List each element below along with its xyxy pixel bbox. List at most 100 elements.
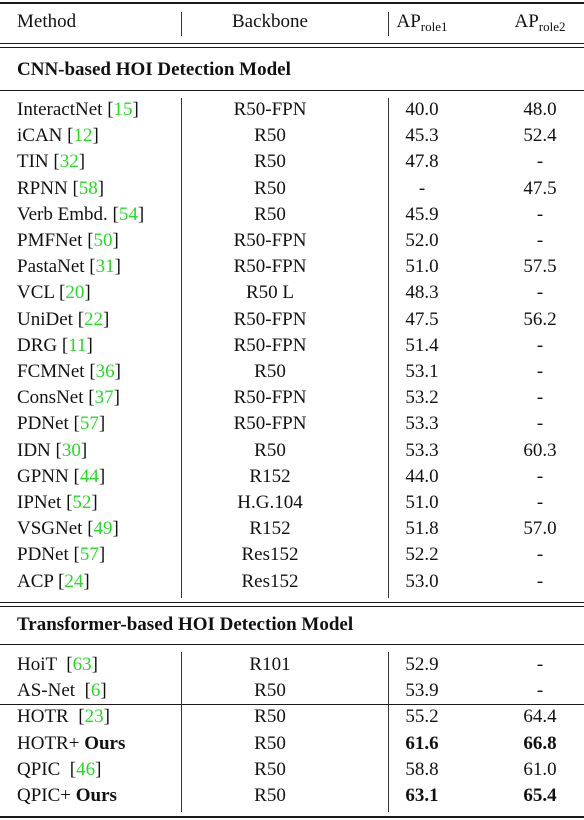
citation-bracket: [ [102, 99, 114, 120]
citation-link[interactable]: 23 [85, 706, 104, 727]
citation-link[interactable]: 58 [79, 178, 98, 199]
method-cell: IDN [30] [17, 438, 87, 464]
citation-link[interactable]: 12 [73, 125, 92, 146]
citation-link[interactable]: 15 [114, 99, 133, 120]
ap-role2-cell: 57.5 [523, 256, 557, 278]
citation-link[interactable]: 20 [65, 282, 84, 303]
table-row: RPNN [58] R50 - 47.5 [0, 176, 584, 202]
table-row: IPNet [52] H.G.104 51.0 - [0, 490, 584, 516]
citation-link[interactable]: 44 [80, 466, 99, 487]
method-cell: RPNN [58] [17, 176, 104, 202]
citation-link[interactable]: 54 [119, 204, 138, 225]
citation-link[interactable]: 37 [95, 387, 114, 408]
header-double-rule-b [0, 47, 584, 48]
table-row: FCMNet [36] R50 53.1 - [0, 359, 584, 385]
table-row: AS-Net [6] R50 53.9 - [0, 678, 584, 704]
ap-role2-cell: - [536, 230, 544, 251]
backbone-cell: R101 [249, 654, 291, 675]
table-row: ACP [24] Res152 53.0 - [0, 569, 584, 595]
method-cell: Verb Embd. [54] [17, 202, 144, 228]
citation-bracket: ] [100, 680, 107, 701]
ap-role1-cell: - [418, 177, 426, 199]
citation-link[interactable]: 32 [60, 151, 79, 172]
citation-link[interactable]: 46 [76, 759, 95, 780]
method-cell: GPNN [44] [17, 464, 105, 490]
ap-role1-cell: 53.3 [405, 413, 439, 435]
method-name: QPIC+ [17, 785, 76, 806]
citation-bracket: ] [80, 439, 88, 461]
ap-role2-cell: - [536, 334, 544, 356]
method-cell: PDNet [57] [17, 542, 105, 568]
backbone-cell: R152 [249, 518, 291, 540]
citation-bracket: [ [68, 465, 80, 487]
table-row: HoiT [63] R101 52.9 - [0, 652, 584, 678]
table-row: ConsNet [37] R50-FPN 53.2 - [0, 385, 584, 411]
ap-role2-cell: - [536, 387, 544, 409]
ap-role2-cell: 60.3 [523, 439, 557, 461]
citation-link[interactable]: 50 [94, 230, 113, 251]
method-name: TIN [17, 151, 49, 173]
backbone-cell: R50 [254, 680, 286, 701]
method-name: PastaNet [17, 256, 85, 278]
ap-role2-cell: - [536, 282, 544, 304]
method-cell: VSGNet [49] [17, 516, 119, 542]
section-double-rule-b [0, 606, 584, 607]
citation-bracket: [ [84, 256, 96, 278]
header-backbone: Backbone [232, 11, 308, 32]
header-method: Method [17, 11, 77, 32]
ap-role1-cell: 45.9 [405, 203, 439, 225]
citation-link[interactable]: 22 [84, 309, 103, 330]
method-cell: HOTR [23] [17, 704, 110, 730]
citation-link[interactable]: 24 [64, 571, 83, 592]
ap-role2-cell: - [536, 570, 544, 592]
backbone-cell: R152 [249, 465, 291, 487]
table-row: GPNN [44] R152 44.0 - [0, 464, 584, 490]
method-name: UniDet [17, 308, 73, 330]
header-ap-role1: AProle1 [372, 9, 472, 35]
ours-label: Ours [75, 785, 117, 806]
table-row: DRG [11] R50-FPN 51.4 - [0, 333, 584, 359]
ap-role1-cell: 52.9 [405, 654, 439, 675]
header-divider-2 [388, 12, 389, 36]
section-cnn-rule [0, 90, 584, 91]
table-row: PDNet [57] R50-FPN 53.3 - [0, 411, 584, 437]
bottom-rule [0, 816, 584, 818]
ap-role1-cell: 63.1 [405, 785, 439, 806]
method-cell: QPIC [46] [17, 757, 101, 783]
citation-bracket: ] [114, 361, 121, 382]
backbone-cell: R50 [254, 733, 286, 754]
backbone-cell: R50-FPN [233, 334, 307, 356]
citation-bracket: [ [82, 230, 94, 251]
citation-bracket: ] [78, 151, 86, 173]
citation-link[interactable]: 52 [72, 492, 91, 513]
ap-role2-cell: - [536, 680, 544, 701]
citation-bracket: [ [72, 308, 85, 330]
citation-link[interactable]: 63 [73, 654, 92, 675]
backbone-cell: R50 L [245, 282, 295, 304]
ap-role1-cell: 53.1 [405, 361, 439, 382]
method-cell: IPNet [52] [17, 490, 98, 516]
citation-bracket: ] [113, 387, 120, 409]
ap-role1-cell: 52.0 [405, 230, 439, 251]
citation-bracket: [ [53, 570, 65, 592]
citation-link[interactable]: 6 [91, 680, 101, 701]
citation-bracket: ] [84, 282, 91, 304]
citation-bracket: ] [103, 706, 110, 727]
backbone-cell: R50 [254, 785, 286, 806]
ap-role1-cell: 52.2 [405, 544, 439, 566]
citation-link[interactable]: 31 [96, 256, 115, 277]
citation-link[interactable]: 57 [80, 544, 99, 565]
citation-bracket: [ [79, 680, 91, 701]
citation-link[interactable]: 36 [96, 361, 115, 382]
ap-role2-cell: 48.0 [523, 99, 557, 120]
citation-link[interactable]: 57 [80, 413, 99, 434]
backbone-cell: R50-FPN [233, 230, 307, 251]
citation-bracket: ] [98, 413, 106, 435]
ap-role1-cell: 51.4 [405, 334, 439, 356]
citation-link[interactable]: 11 [68, 335, 86, 356]
citation-link[interactable]: 49 [94, 518, 113, 539]
citation-link[interactable]: 30 [62, 440, 81, 461]
backbone-cell: R50 [254, 203, 286, 225]
method-cell: FCMNet [36] [17, 359, 121, 385]
citation-bracket: [ [68, 413, 80, 435]
